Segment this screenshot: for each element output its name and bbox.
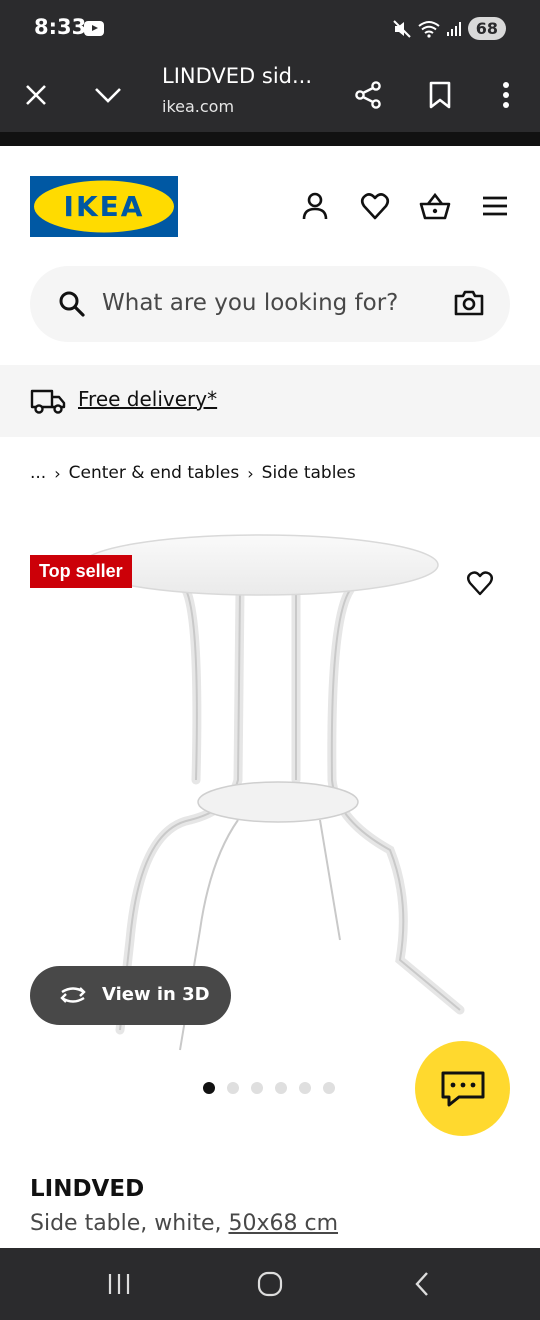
carousel-dot[interactable] — [203, 1082, 215, 1094]
free-delivery-link[interactable]: Free delivery* — [78, 387, 217, 411]
camera-search-icon[interactable] — [454, 290, 484, 316]
status-bar: 8:33 68 — [0, 0, 540, 58]
person-icon — [302, 192, 328, 220]
recent-apps-icon — [108, 1274, 130, 1294]
breadcrumb-item[interactable]: Center & end tables — [69, 463, 240, 483]
signal-icon — [446, 21, 461, 36]
product-size-link[interactable]: 50x68 cm — [228, 1211, 338, 1236]
carousel-dot[interactable] — [227, 1082, 239, 1094]
share-icon — [355, 81, 381, 109]
battery-indicator: 68 — [467, 17, 506, 40]
home-icon — [257, 1271, 283, 1297]
more-options-button[interactable] — [482, 58, 530, 132]
chat-button[interactable] — [415, 1041, 510, 1136]
ikea-logo-mark: IKEA — [34, 180, 174, 233]
search-input[interactable]: What are you looking for? — [30, 266, 510, 342]
search-placeholder: What are you looking for? — [102, 290, 399, 316]
chevron-down-icon — [95, 88, 121, 103]
home-button[interactable] — [250, 1266, 290, 1302]
minimize-tab-button[interactable] — [84, 58, 132, 132]
ikea-logo[interactable]: IKEA — [30, 176, 178, 237]
browser-toolbar: LINDVED sid... ikea.com — [0, 58, 540, 132]
profile-button[interactable] — [297, 188, 333, 224]
favourites-button[interactable] — [357, 188, 393, 224]
recent-apps-button[interactable] — [99, 1266, 139, 1302]
breadcrumb-item[interactable]: Side tables — [262, 463, 356, 483]
bookmark-icon — [429, 81, 451, 109]
close-icon — [26, 85, 46, 105]
breadcrumb-ellipsis[interactable]: ... — [30, 463, 46, 483]
cart-button[interactable] — [417, 188, 453, 224]
logo-text: IKEA — [64, 190, 145, 223]
page-url[interactable]: ikea.com — [162, 97, 234, 116]
back-icon — [415, 1272, 428, 1296]
carousel-dot[interactable] — [251, 1082, 263, 1094]
bookmark-button[interactable] — [416, 58, 464, 132]
carousel-dot[interactable] — [275, 1082, 287, 1094]
basket-icon — [419, 192, 451, 220]
back-button[interactable] — [402, 1266, 442, 1302]
view-in-3d-button[interactable]: View in 3D — [30, 966, 231, 1025]
chevron-right-icon: › — [247, 463, 254, 483]
delivery-banner[interactable]: Free delivery* — [0, 365, 540, 437]
truck-icon — [30, 389, 66, 414]
youtube-notification-icon — [84, 21, 104, 36]
share-button[interactable] — [344, 58, 392, 132]
rotate-3d-icon — [60, 987, 86, 1003]
carousel-dot[interactable] — [299, 1082, 311, 1094]
product-type: Side table, white, — [30, 1211, 222, 1236]
heart-icon — [360, 193, 390, 220]
system-navigation-bar — [0, 1248, 540, 1320]
search-icon — [59, 291, 85, 317]
menu-icon — [483, 196, 507, 216]
wifi-icon — [418, 20, 440, 38]
status-icons: 68 — [392, 17, 506, 40]
close-tab-button[interactable] — [12, 58, 60, 132]
status-time: 8:33 — [34, 15, 87, 39]
chevron-right-icon: › — [54, 463, 61, 483]
page-top-edge — [0, 132, 540, 146]
top-seller-badge: Top seller — [30, 555, 132, 588]
menu-button[interactable] — [477, 188, 513, 224]
more-vertical-icon — [503, 82, 509, 108]
breadcrumb: ... › Center & end tables › Side tables — [30, 463, 356, 483]
carousel-dot[interactable] — [323, 1082, 335, 1094]
image-carousel-dots — [203, 1082, 335, 1094]
page-title[interactable]: LINDVED sid... — [162, 64, 312, 88]
product-name: LINDVED — [30, 1176, 145, 1202]
product-description: Side table, white, 50x68 cm — [30, 1211, 338, 1236]
view-in-3d-label: View in 3D — [102, 984, 210, 1005]
add-to-favourites-icon[interactable] — [462, 566, 498, 602]
mute-icon — [393, 19, 411, 38]
chat-icon — [441, 1071, 484, 1106]
